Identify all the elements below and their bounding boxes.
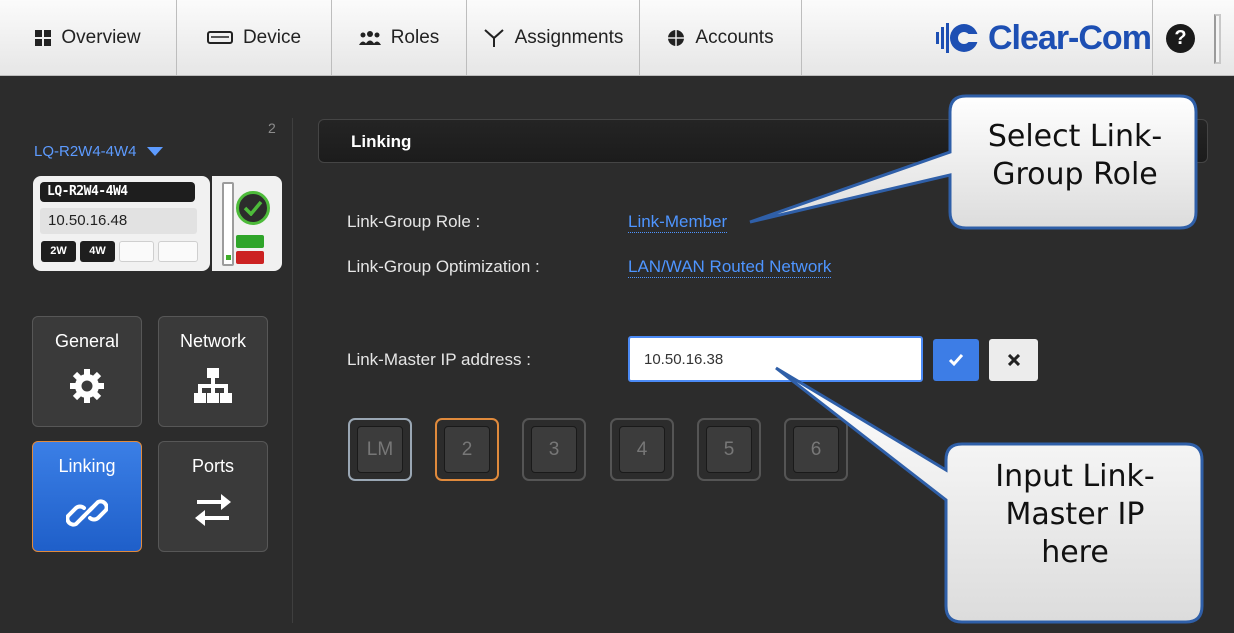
plug-red-icon [236, 251, 264, 264]
tab-label: Accounts [695, 27, 774, 48]
tab-label: Overview [61, 27, 141, 48]
device-icon [206, 30, 233, 46]
tab-label: Assignments [514, 27, 624, 48]
tab-device[interactable]: Device [177, 0, 332, 76]
grid-icon [35, 30, 52, 46]
tile-network[interactable]: Network [158, 316, 268, 427]
callout-line: here [1041, 535, 1109, 570]
tab-assignments[interactable]: Assignments [467, 0, 640, 76]
tab-roles[interactable]: Roles [332, 0, 467, 76]
tile-label: Ports [191, 456, 234, 476]
tab-label: Roles [390, 27, 440, 48]
member-slot-lm[interactable]: LM [348, 418, 412, 481]
device-name: LQ-R2W4-4W4 [40, 182, 195, 202]
globe-icon [667, 29, 685, 47]
link-group-optimization-label: Link-Group Optimization : [347, 257, 540, 276]
tile-linking[interactable]: Linking [32, 441, 142, 552]
link-icon [33, 492, 141, 534]
tile-label: Network [179, 331, 246, 351]
device-ip: 10.50.16.48 [40, 208, 197, 234]
callout-line: Input Link- [995, 459, 1155, 494]
cancel-button[interactable] [989, 339, 1038, 381]
tab-accounts[interactable]: Accounts [640, 0, 802, 76]
device-selector-label: LQ-R2W4-4W4 [34, 143, 137, 160]
member-label: 2 [444, 426, 490, 473]
link-group-role-label: Link-Group Role : [347, 212, 481, 231]
window-edge [1214, 14, 1221, 64]
callout-line: Select Link- [987, 119, 1163, 154]
confirm-button[interactable] [933, 339, 979, 381]
device-status-panel [212, 176, 282, 271]
users-icon [358, 30, 381, 46]
member-slot-4[interactable]: 4 [610, 418, 674, 481]
callout-line: Group Role [992, 157, 1158, 192]
member-slot-6[interactable]: 6 [784, 418, 848, 481]
member-label: 6 [793, 426, 839, 473]
nav-divider [1152, 0, 1153, 76]
member-slot-2[interactable]: 2 [435, 418, 499, 481]
member-label: LM [357, 426, 403, 473]
level-meter [222, 182, 234, 266]
link-group-optimization-value[interactable]: LAN/WAN Routed Network [628, 257, 832, 278]
member-label: 5 [706, 426, 752, 473]
tab-label: Device [242, 27, 302, 48]
tile-ports[interactable]: Ports [158, 441, 268, 552]
callout-ip-text: Input Link- Master IP here [950, 458, 1200, 572]
tile-label: Linking [58, 456, 116, 476]
close-icon [1007, 354, 1020, 366]
sidebar-divider [292, 118, 293, 623]
device-card[interactable]: LQ-R2W4-4W4 10.50.16.48 2W 4W [33, 176, 210, 271]
device-port-4w: 4W [80, 241, 115, 262]
device-selector[interactable]: LQ-R2W4-4W4 [34, 143, 163, 160]
check-icon [948, 354, 964, 367]
slot-number: 2 [268, 120, 276, 136]
device-port-empty [158, 241, 198, 262]
member-label: 4 [619, 426, 665, 473]
clear-com-logo: Clear-Com [936, 14, 1152, 62]
top-nav: Overview Device Roles Assignments Accoun… [0, 0, 1234, 76]
app-window: Overview Device Roles Assignments Accoun… [0, 0, 1234, 633]
link-master-ip-label: Link-Master IP address : [347, 350, 531, 369]
link-master-ip-input[interactable] [628, 336, 923, 382]
plug-green-icon [236, 235, 264, 248]
logo-mark-icon [936, 23, 980, 53]
member-label: 3 [531, 426, 577, 473]
logo-text: Clear-Com [988, 18, 1152, 57]
member-slot-5[interactable]: 5 [697, 418, 761, 481]
callout-line: Master IP [1005, 497, 1145, 532]
callout-role-text: Select Link- Group Role [955, 118, 1195, 194]
help-button[interactable]: ? [1166, 24, 1195, 53]
device-port-empty [119, 241, 154, 262]
gear-icon [33, 367, 141, 405]
assignments-icon [483, 28, 505, 48]
network-icon [159, 367, 267, 405]
member-slot-3[interactable]: 3 [522, 418, 586, 481]
link-group-role-value[interactable]: Link-Member [628, 212, 728, 233]
chevron-down-icon [146, 147, 163, 156]
meter-led [226, 255, 231, 260]
check-icon [236, 191, 270, 225]
tab-overview[interactable]: Overview [0, 0, 177, 76]
tile-label: General [54, 331, 120, 351]
tile-general[interactable]: General [32, 316, 142, 427]
swap-arrows-icon [159, 492, 267, 528]
device-port-2w: 2W [41, 241, 76, 262]
